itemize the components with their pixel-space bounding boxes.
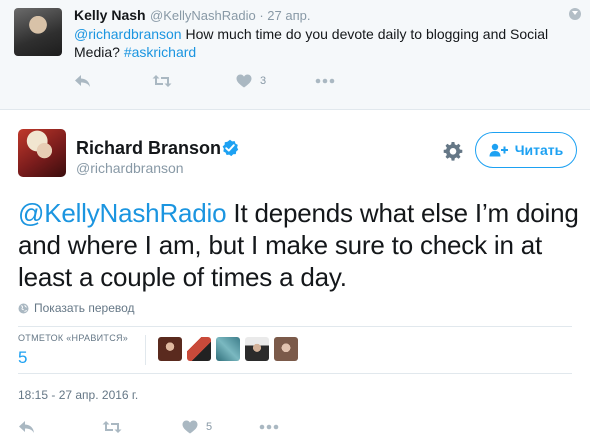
reply-actions: 3 (74, 71, 374, 91)
caret-down-icon[interactable] (569, 8, 581, 20)
follow-button-label: Читать (514, 142, 564, 158)
reply-tweet-text: @richardbranson How much time do you dev… (74, 25, 574, 61)
follow-user-icon (489, 143, 508, 157)
more-icon (315, 78, 335, 84)
more-button[interactable] (315, 71, 335, 91)
main-mention-link[interactable]: @KellyNashRadio (18, 198, 227, 228)
retweet-icon (152, 75, 172, 87)
reply-author-meta[interactable]: @KellyNashRadio · 27 апр. (150, 8, 310, 23)
retweet-button[interactable] (102, 417, 122, 437)
reply-author-name[interactable]: Kelly Nash (74, 7, 146, 23)
reply-author-avatar[interactable] (14, 8, 62, 56)
main-author-name[interactable]: Richard Branson (76, 138, 221, 159)
divider (18, 373, 572, 374)
verified-badge-icon (222, 139, 239, 157)
follow-button[interactable]: Читать (475, 132, 577, 168)
tweet-timestamp[interactable]: 18:15 - 27 апр. 2016 г. (18, 388, 138, 402)
reply-mention-link[interactable]: @richardbranson (74, 26, 182, 42)
like-button[interactable]: 5 (182, 417, 212, 437)
main-like-count: 5 (206, 421, 213, 433)
translate-label[interactable]: Показать перевод (34, 301, 135, 315)
stats-divider (145, 335, 146, 365)
liker-avatar-1[interactable] (158, 337, 182, 361)
likes-stat[interactable]: ОТМЕТОК «НРАВИТСЯ» 5 (18, 333, 128, 368)
main-tweet-text: @KellyNashRadio It depends what else I’m… (18, 197, 583, 293)
liker-avatar-3[interactable] (216, 337, 240, 361)
reply-author-handle[interactable]: @KellyNashRadio (150, 8, 256, 23)
reply-icon (19, 421, 34, 433)
meta-separator: · (259, 8, 264, 23)
reply-date[interactable]: 27 апр. (267, 8, 310, 23)
main-author-handle[interactable]: @richardbranson (76, 160, 184, 176)
like-button[interactable]: 3 (236, 71, 266, 91)
globe-icon (18, 303, 29, 313)
liker-avatar-4[interactable] (245, 337, 269, 361)
reply-tweet[interactable]: Kelly Nash @KellyNashRadio · 27 апр. @ri… (0, 0, 590, 110)
translate-link[interactable]: Показать перевод (18, 301, 135, 315)
reply-button[interactable] (74, 71, 91, 91)
main-actions: 5 (18, 417, 318, 437)
likes-count[interactable]: 5 (18, 348, 128, 368)
reply-like-count: 3 (260, 75, 267, 87)
reply-icon (75, 75, 90, 87)
more-button[interactable] (259, 417, 279, 437)
like-icon (236, 74, 252, 88)
likers-list (158, 337, 303, 361)
divider (18, 326, 572, 327)
retweet-icon (102, 421, 122, 433)
liker-avatar-5[interactable] (274, 337, 298, 361)
reply-button[interactable] (18, 417, 35, 437)
more-icon (259, 424, 279, 430)
liker-avatar-2[interactable] (187, 337, 211, 361)
reply-hashtag-link[interactable]: #askrichard (124, 44, 196, 60)
retweet-button[interactable] (152, 71, 172, 91)
like-icon (182, 420, 198, 434)
likes-label: ОТМЕТОК «НРАВИТСЯ» (18, 333, 129, 343)
main-author-avatar[interactable] (18, 129, 66, 177)
gear-icon[interactable] (443, 141, 463, 161)
